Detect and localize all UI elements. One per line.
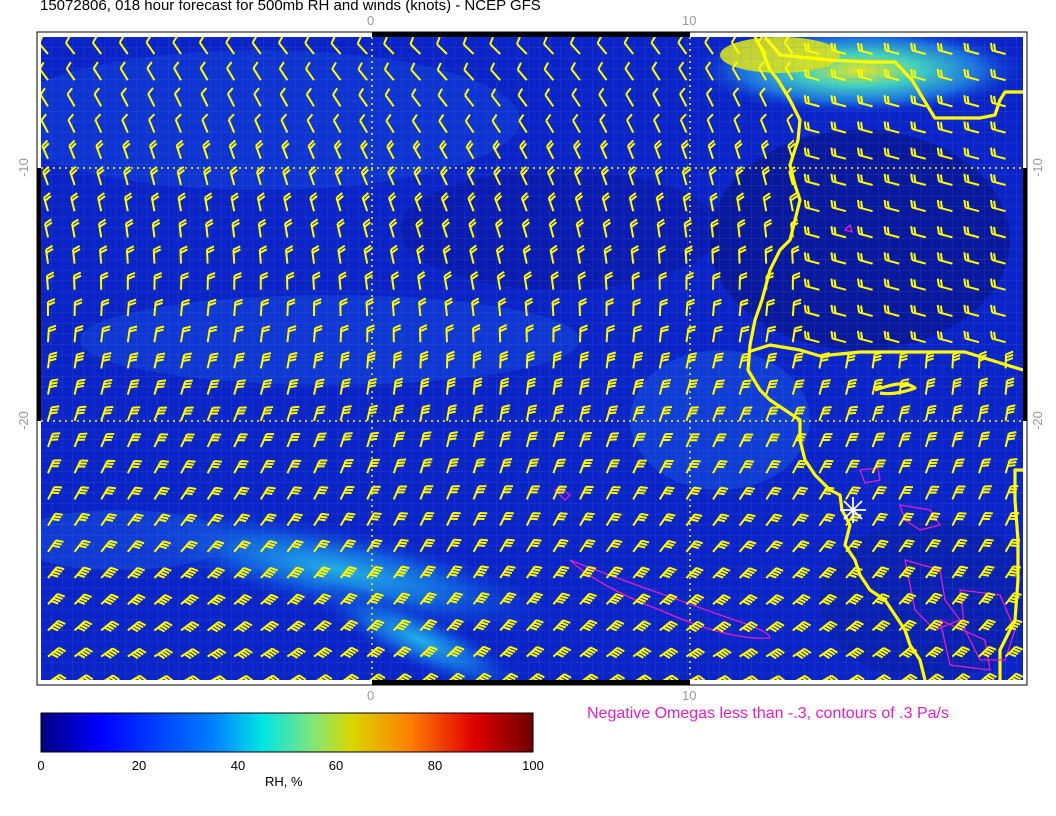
x-axis-label-bottom-0: 0	[367, 688, 375, 703]
y-axis-label-left-10: -10	[15, 158, 31, 177]
x-axis-label-top-10: 10	[682, 13, 697, 28]
colorbar-tick: 100	[522, 758, 544, 773]
y-axis-label-right-10: -10	[1029, 158, 1045, 177]
colorbar-tick: 60	[328, 758, 344, 773]
colorbar-tick: 0	[37, 758, 45, 773]
colorbar-tick: 20	[131, 758, 147, 773]
colorbar-tick: 80	[427, 758, 443, 773]
x-axis-label-top-0: 0	[367, 13, 375, 28]
rh-wind-map	[36, 31, 1028, 753]
y-axis-label-left-20: -20	[15, 411, 31, 430]
colorbar-tick: 40	[230, 758, 246, 773]
y-axis-label-right-20: -20	[1029, 411, 1045, 430]
rh-colorbar	[40, 712, 534, 753]
omega-note: Negative Omegas less than -.3, contours …	[587, 705, 949, 722]
x-axis-label-bottom-10: 10	[682, 688, 697, 703]
colorbar-label: RH, %	[265, 774, 303, 789]
